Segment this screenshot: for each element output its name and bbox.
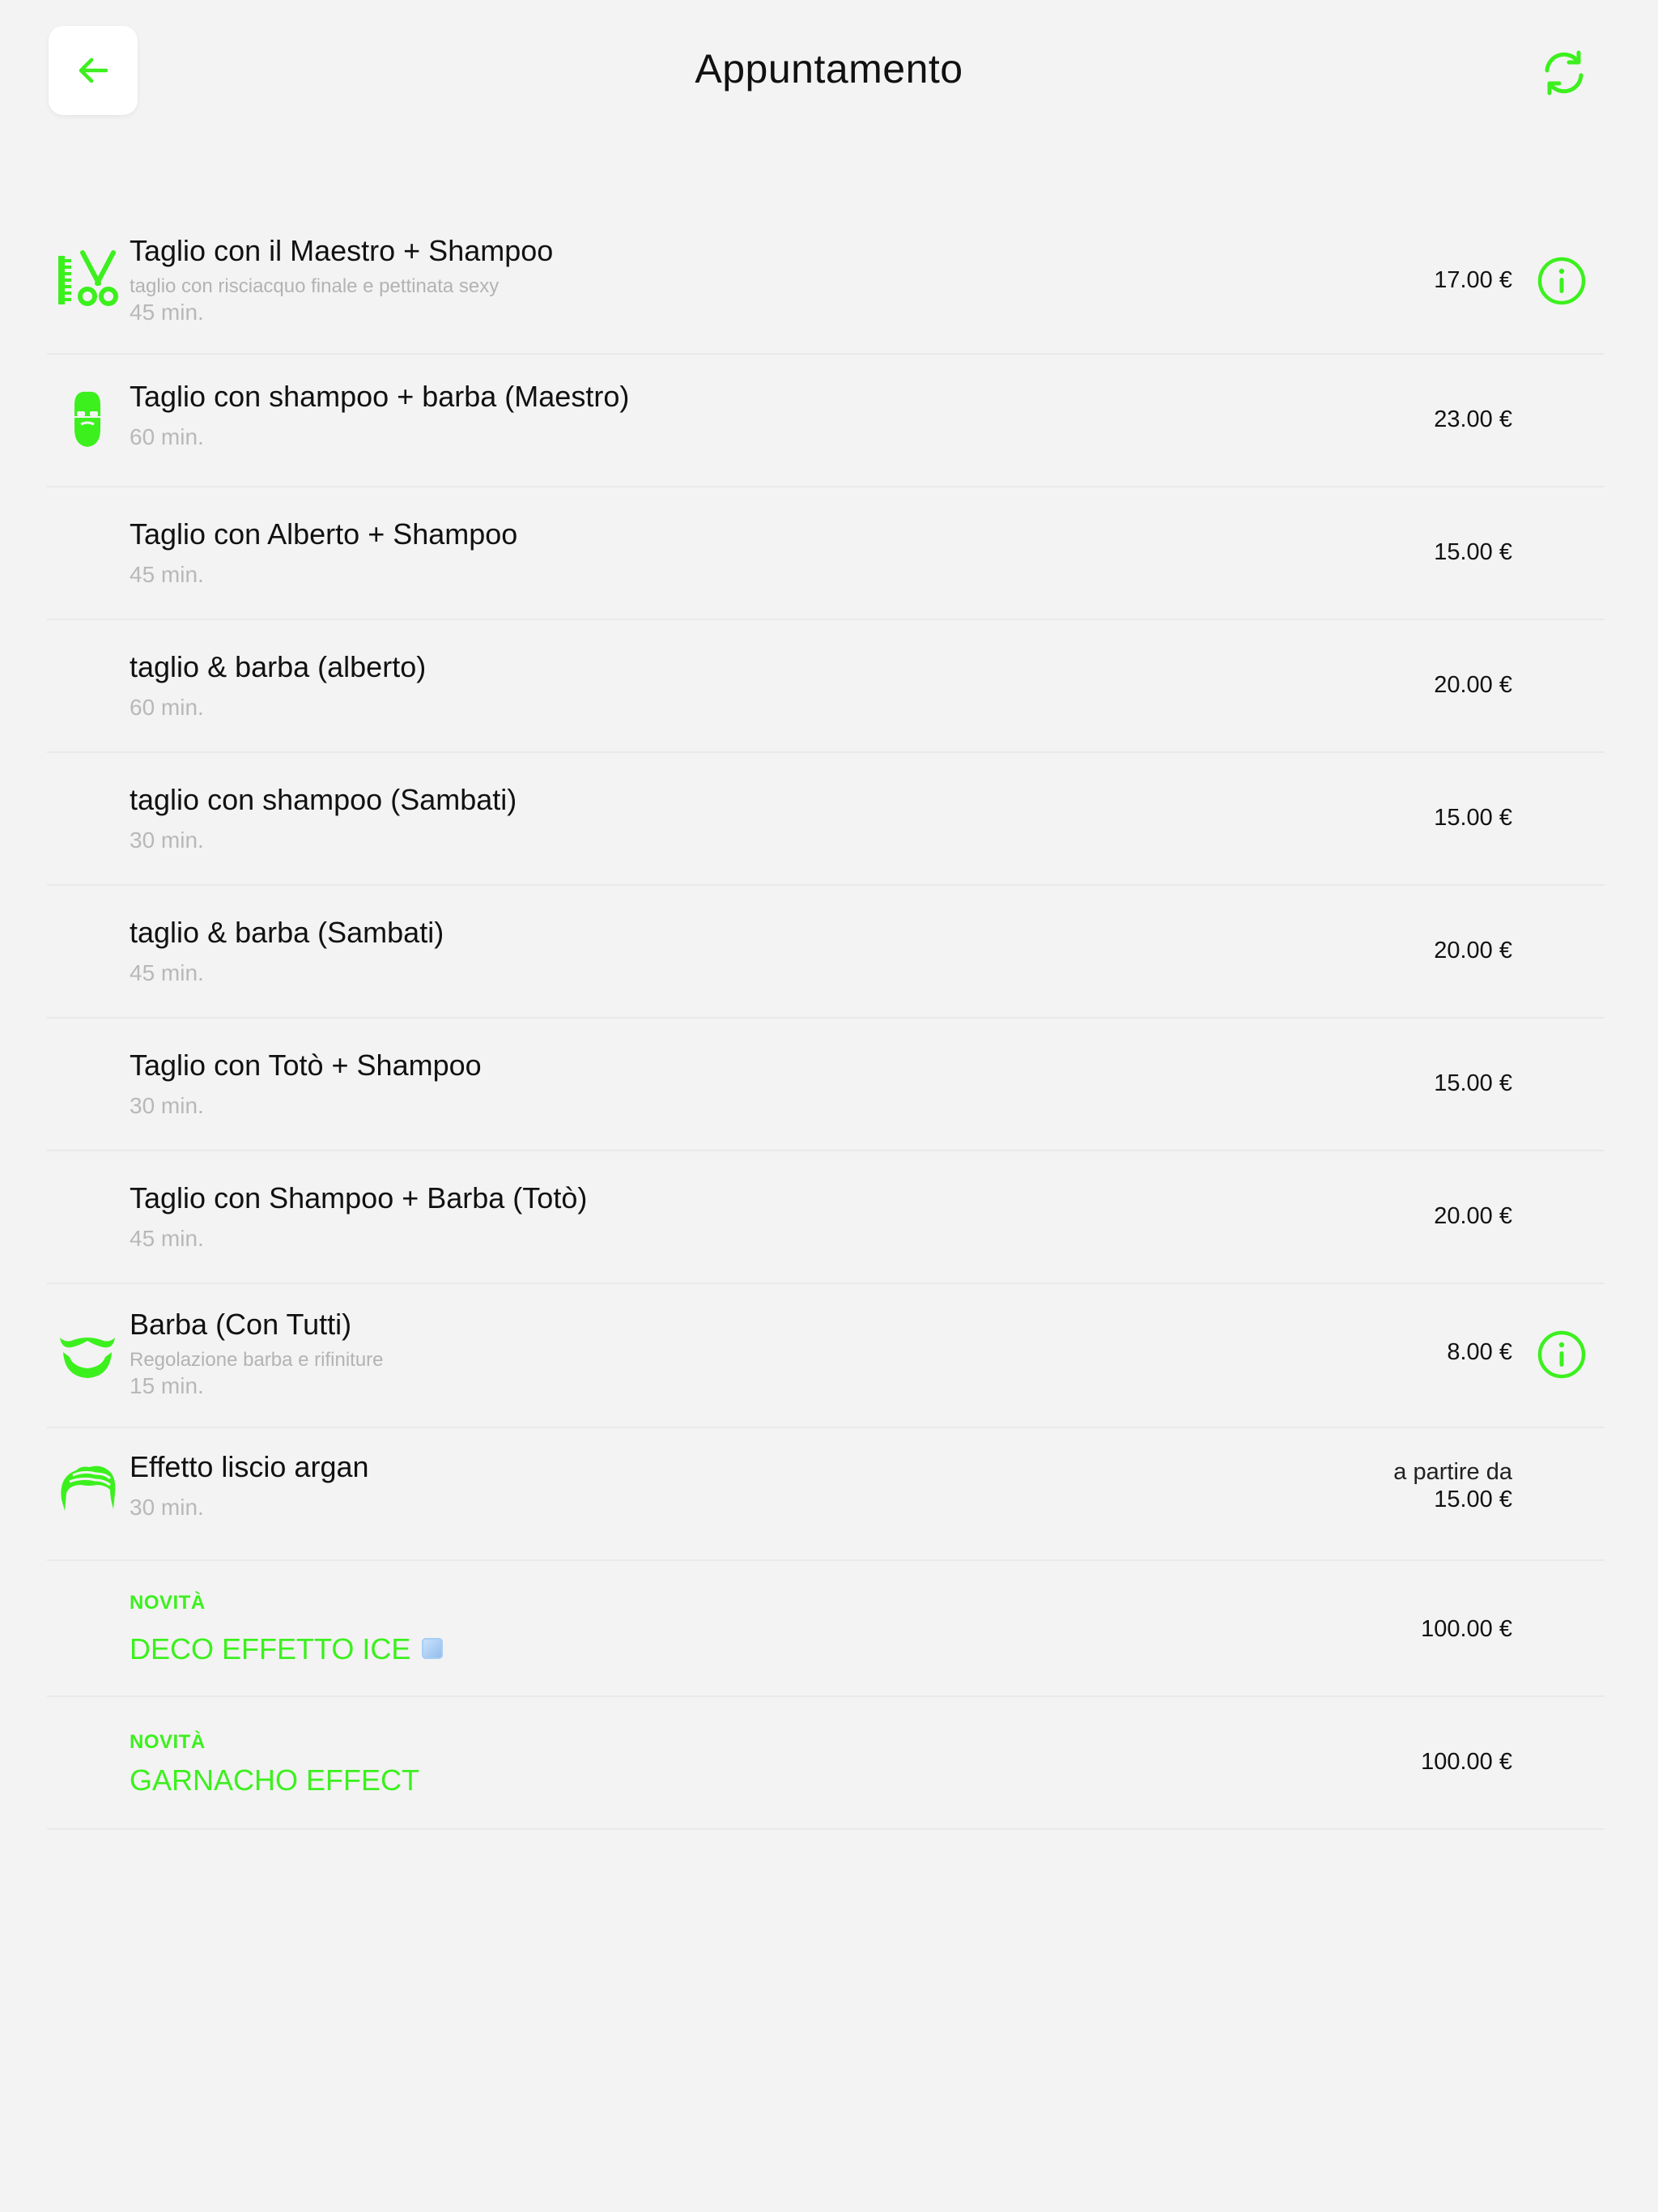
service-name: Taglio con shampoo + barba (Maestro) xyxy=(130,380,630,413)
service-name: DECO EFFETTO ICE xyxy=(130,1632,411,1665)
service-duration: 30 min. xyxy=(130,1093,204,1118)
service-description: Regolazione barba e rifiniture xyxy=(130,1349,384,1371)
service-price: 15.00 € xyxy=(1434,805,1512,831)
service-name: Effetto liscio argan xyxy=(130,1450,369,1483)
service-name: taglio & barba (alberto) xyxy=(130,650,427,683)
service-price: 20.00 € xyxy=(1434,938,1512,963)
service-row[interactable]: Taglio con Totò + Shampoo 30 min. 15.00 … xyxy=(47,1019,1605,1151)
service-duration: 30 min. xyxy=(130,1495,204,1520)
service-price: 100.00 € xyxy=(1421,1616,1512,1642)
service-row[interactable]: Taglio con Shampoo + Barba (Totò) 45 min… xyxy=(47,1151,1605,1284)
service-name: Taglio con il Maestro + Shampoo xyxy=(130,234,554,267)
service-name: Taglio con Shampoo + Barba (Totò) xyxy=(130,1181,588,1214)
page-title: Appuntamento xyxy=(695,46,963,91)
service-row[interactable]: Barba (Con Tutti) Regolazione barba e ri… xyxy=(47,1284,1605,1428)
services-list: Taglio con il Maestro + Shampoo taglio c… xyxy=(47,215,1605,1830)
service-row[interactable]: Taglio con shampoo + barba (Maestro) 60 … xyxy=(47,355,1605,487)
mustache-beard-icon xyxy=(57,1325,118,1386)
header: Appuntamento xyxy=(0,0,1658,146)
service-row[interactable]: Effetto liscio argan 30 min. a partire d… xyxy=(47,1428,1605,1561)
service-row[interactable]: Taglio con il Maestro + Shampoo taglio c… xyxy=(47,215,1605,355)
bearded-man-icon xyxy=(57,389,118,450)
refresh-icon xyxy=(1545,50,1584,96)
service-price: 15.00 € xyxy=(1434,1487,1512,1512)
service-description: taglio con risciacquo finale e pettinata… xyxy=(130,275,500,297)
price-prefix: a partire da xyxy=(1393,1459,1512,1485)
service-price: 8.00 € xyxy=(1447,1339,1512,1365)
service-price: 20.00 € xyxy=(1434,672,1512,698)
ice-cube-icon xyxy=(422,1638,444,1660)
service-row[interactable]: taglio & barba (alberto) 60 min. 20.00 € xyxy=(47,620,1605,753)
service-duration: 45 min. xyxy=(130,300,204,325)
service-price: 17.00 € xyxy=(1434,267,1512,293)
info-icon[interactable] xyxy=(1537,1329,1587,1380)
service-name: taglio & barba (Sambati) xyxy=(130,916,444,949)
service-price: 20.00 € xyxy=(1434,1203,1512,1229)
service-row[interactable]: taglio con shampoo (Sambati) 30 min. 15.… xyxy=(47,753,1605,886)
service-name: taglio con shampoo (Sambati) xyxy=(130,783,517,816)
service-duration: 30 min. xyxy=(130,827,204,853)
service-duration: 45 min. xyxy=(130,1226,204,1251)
new-badge: NOVITÀ xyxy=(130,1731,206,1753)
service-price: 23.00 € xyxy=(1434,406,1512,432)
service-name: GARNACHO EFFECT xyxy=(130,1763,420,1797)
service-row[interactable]: NOVITÀ DECO EFFETTO ICE 100.00 € xyxy=(47,1561,1605,1697)
new-badge: NOVITÀ xyxy=(130,1592,206,1614)
refresh-button[interactable] xyxy=(1537,45,1592,100)
service-price: 15.00 € xyxy=(1434,1070,1512,1096)
info-icon[interactable] xyxy=(1537,256,1587,306)
service-price: 15.00 € xyxy=(1434,539,1512,565)
service-row[interactable]: taglio & barba (Sambati) 45 min. 20.00 € xyxy=(47,886,1605,1019)
service-duration: 60 min. xyxy=(130,695,204,720)
service-name: Taglio con Totò + Shampoo xyxy=(130,1049,482,1082)
service-row[interactable]: Taglio con Alberto + Shampoo 45 min. 15.… xyxy=(47,487,1605,620)
service-name: Taglio con Alberto + Shampoo xyxy=(130,517,518,551)
service-duration: 45 min. xyxy=(130,960,204,985)
service-name-wrap: DECO EFFETTO ICE xyxy=(130,1631,1303,1668)
service-duration: 60 min. xyxy=(130,424,204,449)
hair-icon xyxy=(57,1461,118,1522)
service-price: 100.00 € xyxy=(1421,1749,1512,1775)
service-price-block: a partire da 15.00 € xyxy=(1393,1457,1512,1513)
comb-scissors-icon xyxy=(57,249,118,311)
service-duration: 15 min. xyxy=(130,1373,204,1398)
service-name: Barba (Con Tutti) xyxy=(130,1308,352,1341)
service-duration: 45 min. xyxy=(130,562,204,587)
service-row[interactable]: NOVITÀ GARNACHO EFFECT 100.00 € xyxy=(47,1697,1605,1830)
